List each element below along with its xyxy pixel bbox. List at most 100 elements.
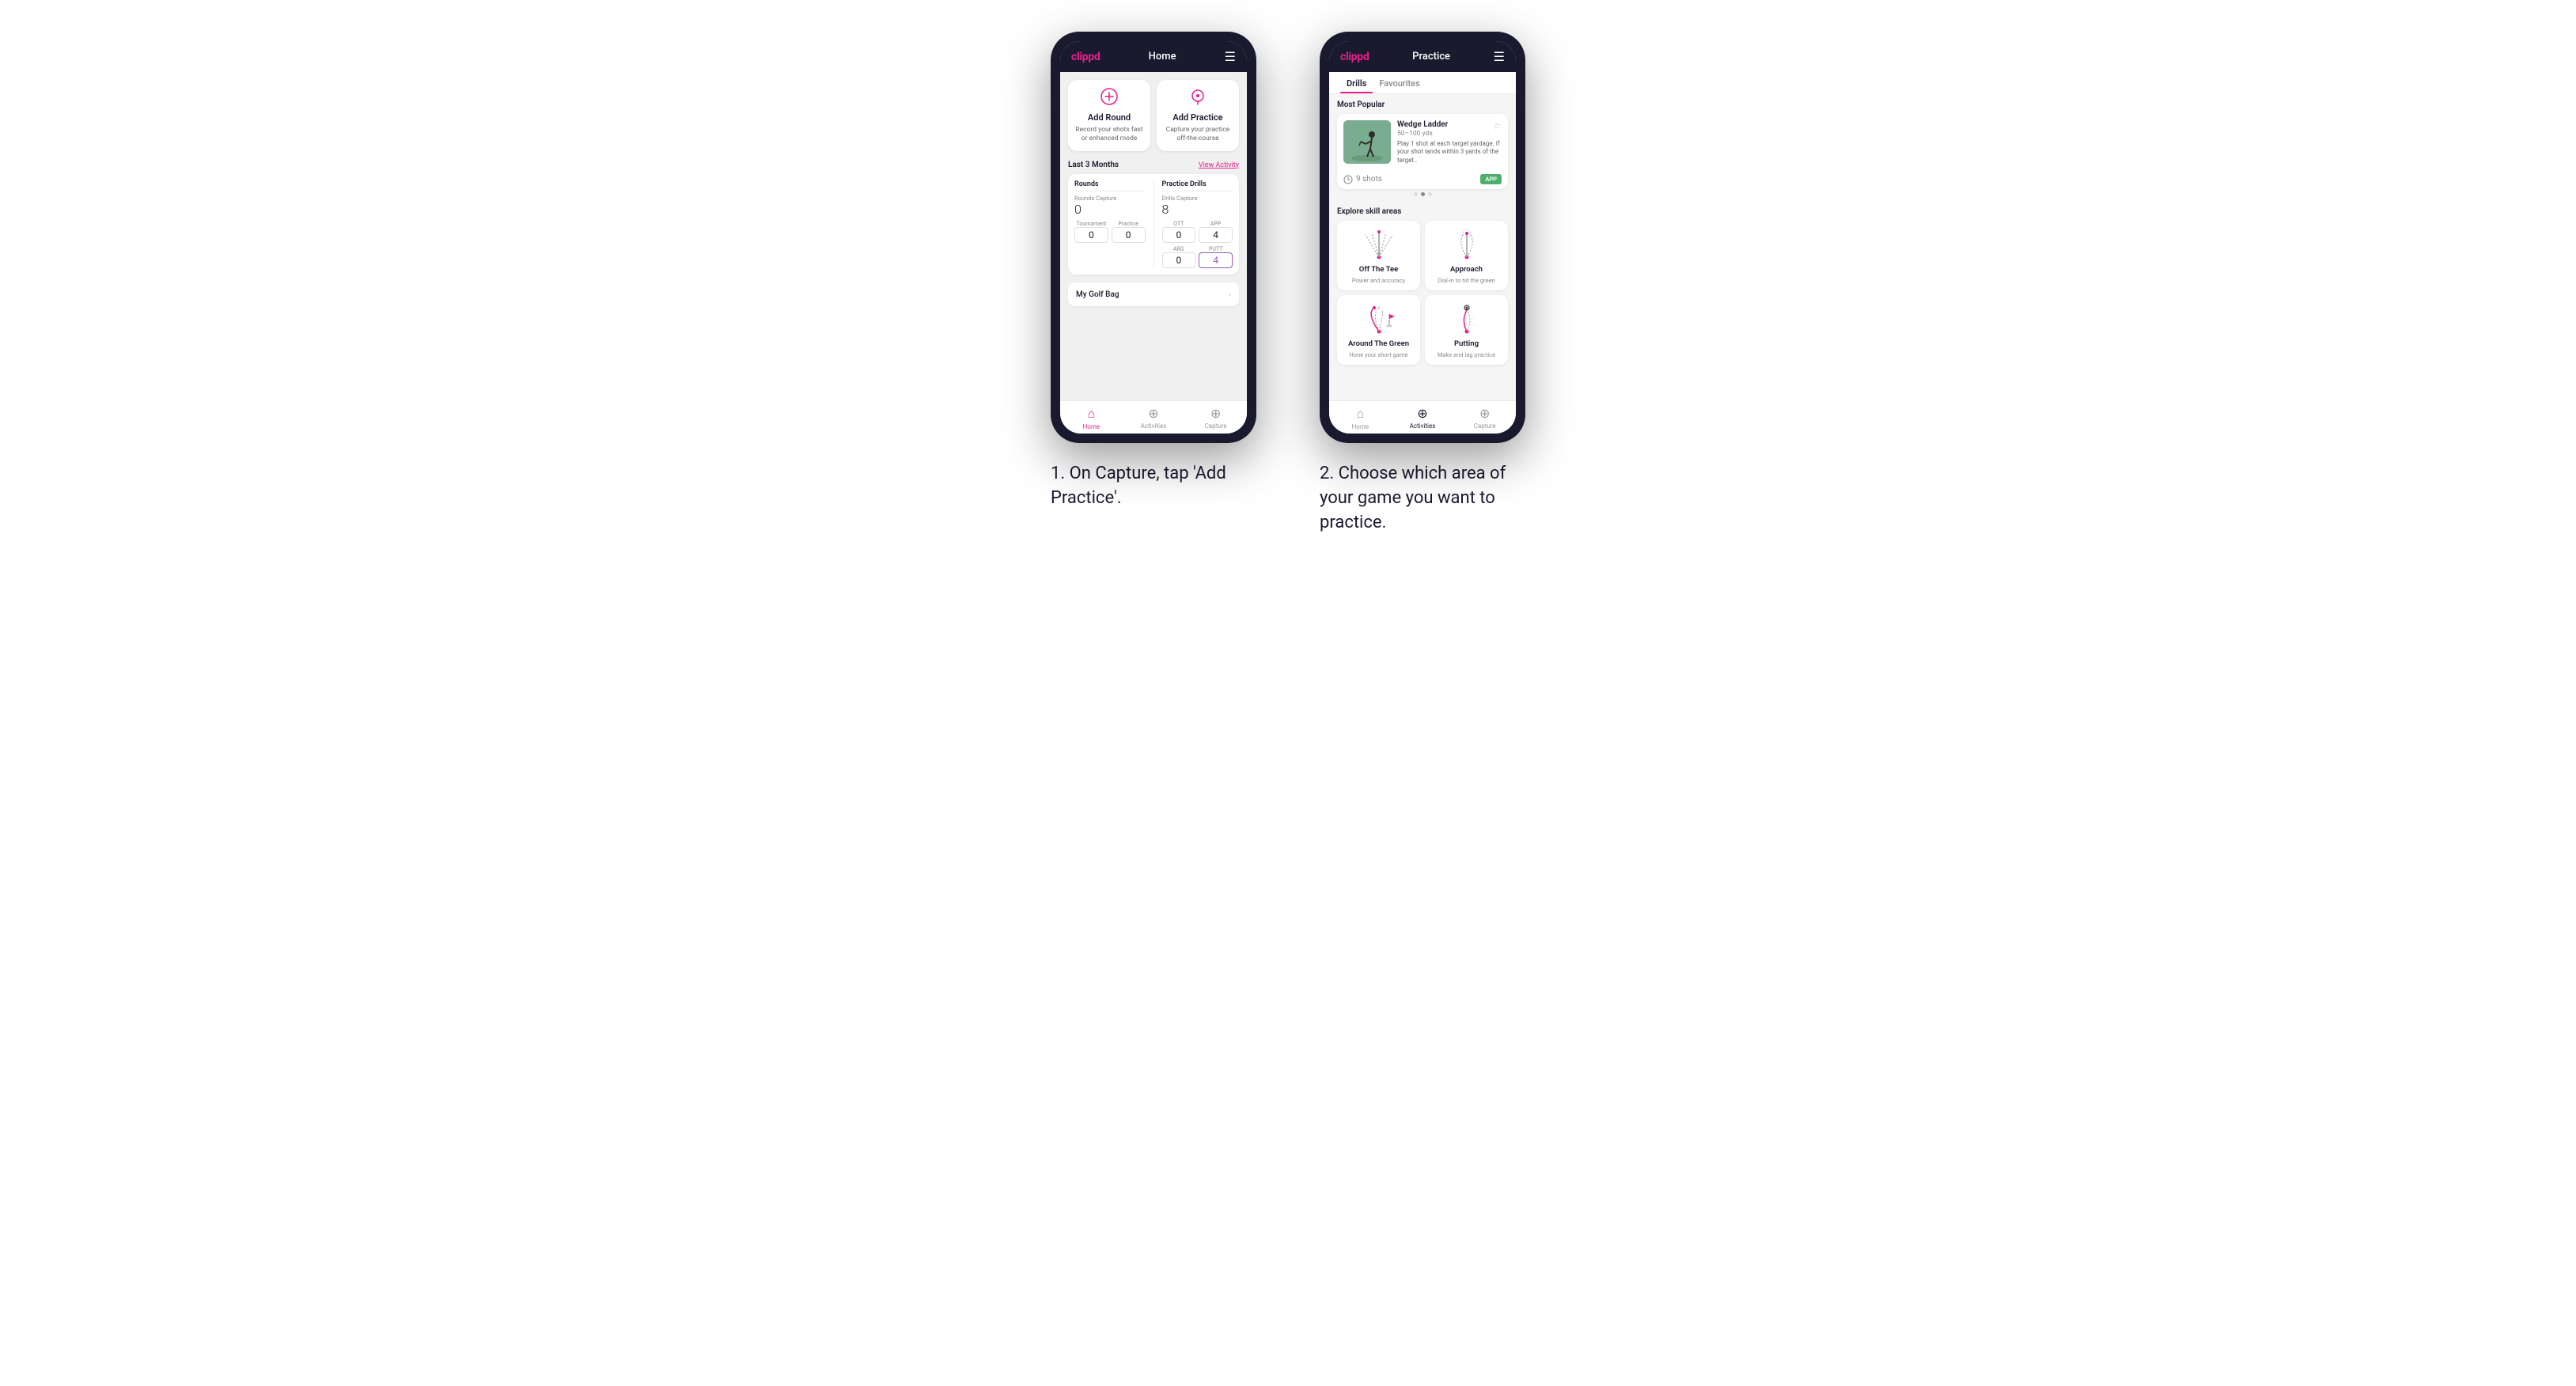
carousel-dots: [1337, 192, 1508, 196]
home-nav-label: Home: [1083, 423, 1100, 430]
chevron-right-icon: ›: [1228, 289, 1231, 300]
drills-capture-value: 8: [1162, 202, 1233, 217]
phone2-header: clippd Practice ☰: [1329, 41, 1516, 72]
approach-subtitle: Dial-in to hit the green: [1438, 277, 1495, 284]
atg-title: Around The Green: [1348, 339, 1409, 348]
view-activity-link[interactable]: View Activity: [1199, 161, 1239, 169]
skill-grid: Off The Tee Power and accuracy: [1337, 221, 1508, 365]
home-icon-2: ⌂: [1357, 406, 1365, 422]
atg-subtitle: Hone your short game: [1349, 351, 1407, 358]
capture-nav-label: Capture: [1205, 422, 1227, 430]
putt-label: PUTT: [1199, 246, 1233, 252]
most-popular-section: Most Popular: [1329, 94, 1516, 207]
stats-row: Rounds Rounds Capture 0 Tournament 0: [1074, 180, 1233, 268]
app-badge: APP: [1480, 174, 1502, 184]
caption-2: 2. Choose which area of your game you wa…: [1320, 462, 1525, 535]
atg-diagram: [1362, 301, 1396, 336]
skill-card-approach[interactable]: Approach Dial-in to hit the green: [1425, 221, 1508, 290]
tournament-value: 0: [1074, 227, 1108, 243]
caption1-step: 1.: [1051, 464, 1065, 483]
nav-capture-1[interactable]: ⊕ Capture: [1184, 406, 1247, 430]
practice-item: Practice 0: [1112, 221, 1146, 243]
drills-sub-grid: OTT 0 APP 4 ARG: [1162, 221, 1233, 268]
phone1-bottom-nav: ⌂ Home ⊕ Activities ⊕ Capture: [1060, 400, 1247, 434]
star-icon[interactable]: ☆: [1493, 120, 1502, 131]
practice-rounds-label: Practice: [1112, 221, 1146, 227]
stats-grid: Rounds Rounds Capture 0 Tournament 0: [1068, 174, 1239, 275]
skill-card-putting[interactable]: Putting Make and lag practice: [1425, 295, 1508, 365]
practice-content: Most Popular: [1329, 94, 1516, 400]
most-popular-title: Most Popular: [1337, 100, 1508, 109]
putt-item: PUTT 4: [1199, 246, 1233, 268]
putting-diagram: [1449, 301, 1484, 336]
approach-title: Approach: [1450, 265, 1483, 274]
app-value: 4: [1199, 227, 1233, 243]
hamburger-icon-2[interactable]: ☰: [1494, 49, 1505, 64]
cards-row: Add Round Record your shots fast or enha…: [1060, 72, 1247, 156]
capture-icon-2: ⊕: [1479, 406, 1490, 421]
add-round-card[interactable]: Add Round Record your shots fast or enha…: [1068, 80, 1150, 151]
nav-activities-2[interactable]: ⊕ Activities: [1392, 406, 1454, 430]
shots-label: 9 shots: [1343, 175, 1382, 184]
home-icon: ⌂: [1088, 406, 1096, 422]
stats-section: Last 3 Months View Activity Rounds Round: [1060, 156, 1247, 279]
featured-drill-image: [1343, 120, 1391, 164]
phone2-bottom-nav: ⌂ Home ⊕ Activities ⊕ Capture: [1329, 400, 1516, 434]
nav-home-1[interactable]: ⌂ Home: [1060, 406, 1123, 430]
featured-drill-yards: 50–100 yds: [1397, 130, 1448, 138]
caption1-text: On Capture, tap 'Add Practice'.: [1051, 464, 1226, 508]
skill-card-atg[interactable]: Around The Green Hone your short game: [1337, 295, 1420, 365]
nav-home-2[interactable]: ⌂ Home: [1329, 406, 1392, 430]
rounds-sub-grid: Tournament 0 Practice 0: [1074, 221, 1146, 243]
putting-subtitle: Make and lag practice: [1438, 351, 1495, 358]
arg-item: ARG 0: [1162, 246, 1196, 268]
rounds-capture-value: 0: [1074, 202, 1146, 217]
phone2-section: clippd Practice ☰ Drills Favourites Most…: [1320, 32, 1525, 535]
phone1-frame: clippd Home ☰: [1051, 32, 1256, 443]
dot-3: [1428, 192, 1432, 196]
drills-capture-label: Drills Capture: [1162, 195, 1233, 202]
rounds-col-title: Rounds: [1074, 180, 1146, 191]
activities-nav-label: Activities: [1141, 422, 1167, 430]
shots-count: 9 shots: [1356, 175, 1382, 184]
add-practice-subtitle: Capture your practice off-the-course: [1163, 126, 1233, 143]
ott-label: OTT: [1162, 221, 1196, 227]
explore-title: Explore skill areas: [1337, 207, 1508, 216]
tab-drills[interactable]: Drills: [1340, 72, 1373, 93]
skill-card-ott[interactable]: Off The Tee Power and accuracy: [1337, 221, 1420, 290]
phone2-screen: clippd Practice ☰ Drills Favourites Most…: [1329, 41, 1516, 434]
add-practice-title: Add Practice: [1172, 112, 1222, 123]
nav-activities-1[interactable]: ⊕ Activities: [1123, 406, 1185, 430]
featured-card[interactable]: Wedge Ladder 50–100 yds ☆ Play 1 shot at…: [1337, 114, 1508, 189]
skill-areas-section: Explore skill areas: [1329, 207, 1516, 369]
drills-col-title: Practice Drills: [1162, 180, 1233, 191]
tab-bar: Drills Favourites: [1329, 72, 1516, 94]
stats-period: Last 3 Months: [1068, 161, 1119, 169]
putt-value: 4: [1199, 252, 1233, 268]
nav-capture-2[interactable]: ⊕ Capture: [1453, 406, 1516, 430]
arg-value: 0: [1162, 252, 1196, 268]
activities-icon: ⊕: [1148, 406, 1158, 421]
ott-item: OTT 0: [1162, 221, 1196, 243]
phone1-header: clippd Home ☰: [1060, 41, 1247, 72]
rounds-capture-label: Rounds Capture: [1074, 195, 1146, 202]
caption2-text: Choose which area of your game you want …: [1320, 464, 1506, 532]
rounds-capture-item: Rounds Capture 0: [1074, 195, 1146, 217]
phone2-frame: clippd Practice ☰ Drills Favourites Most…: [1320, 32, 1525, 443]
tab-favourites[interactable]: Favourites: [1373, 72, 1426, 93]
phone1-section: clippd Home ☰: [1051, 32, 1256, 511]
rounds-col: Rounds Rounds Capture 0 Tournament 0: [1074, 180, 1146, 268]
clippd-logo-1: clippd: [1071, 51, 1100, 63]
caption-1: 1. On Capture, tap 'Add Practice'.: [1051, 462, 1256, 511]
ott-subtitle: Power and accuracy: [1352, 277, 1405, 284]
phone1-content: Add Round Record your shots fast or enha…: [1060, 72, 1247, 400]
featured-drill-info: Wedge Ladder 50–100 yds ☆ Play 1 shot at…: [1397, 120, 1502, 165]
featured-drill-desc: Play 1 shot at each target yardage. If y…: [1397, 140, 1502, 165]
practice-title: Practice: [1412, 51, 1450, 62]
hamburger-icon-1[interactable]: ☰: [1225, 49, 1236, 64]
golf-bag-row[interactable]: My Golf Bag ›: [1068, 282, 1239, 306]
add-round-icon: [1100, 88, 1118, 109]
drills-capture-item: Drills Capture 8: [1162, 195, 1233, 217]
add-practice-card[interactable]: Add Practice Capture your practice off-t…: [1157, 80, 1239, 151]
capture-nav-label-2: Capture: [1474, 422, 1496, 430]
